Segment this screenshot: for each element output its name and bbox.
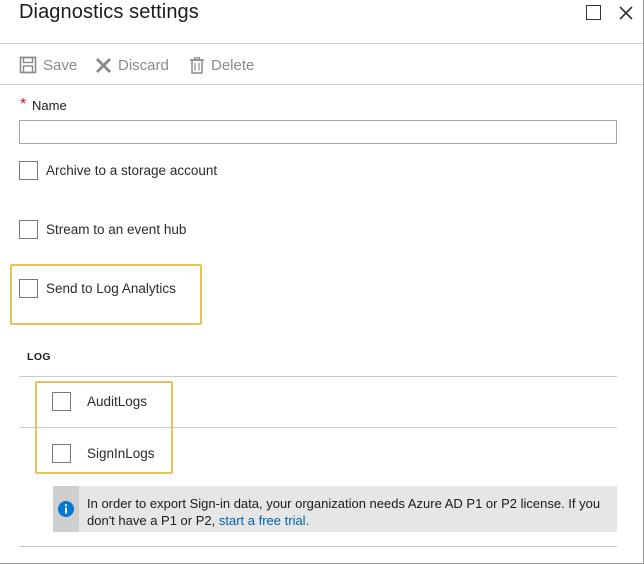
discard-button[interactable]: Discard <box>95 54 169 76</box>
close-icon[interactable] <box>617 4 635 22</box>
log-row-divider <box>19 427 617 428</box>
auditlogs-checkbox[interactable] <box>52 392 71 411</box>
log-analytics-checkbox[interactable] <box>19 279 38 298</box>
signinlogs-option[interactable]: SignInLogs <box>52 444 155 463</box>
trash-icon <box>190 56 204 74</box>
toolbar-divider <box>0 84 643 85</box>
info-strip <box>53 486 79 532</box>
log-section-header: LOG <box>27 351 51 363</box>
log-analytics-label: Send to Log Analytics <box>46 281 176 296</box>
info-message-text: In order to export Sign-in data, your or… <box>87 496 601 528</box>
save-icon <box>19 56 37 74</box>
blade-title: Diagnostics settings <box>19 1 199 23</box>
required-marker: * <box>20 96 27 113</box>
license-info-box: In order to export Sign-in data, your or… <box>53 486 617 532</box>
event-hub-option[interactable]: Stream to an event hub <box>19 220 186 239</box>
bottom-divider <box>19 546 617 547</box>
discard-icon <box>96 57 111 73</box>
diagnostics-settings-blade: Diagnostics settings Save Discard Delete <box>0 0 644 564</box>
discard-label: Discard <box>118 56 169 74</box>
info-icon <box>58 501 74 517</box>
event-hub-label: Stream to an event hub <box>46 222 187 237</box>
log-header-divider <box>19 376 617 377</box>
event-hub-checkbox[interactable] <box>19 220 38 239</box>
free-trial-link[interactable]: start a free trial. <box>219 513 309 528</box>
info-message: In order to export Sign-in data, your or… <box>87 495 607 529</box>
save-button[interactable]: Save <box>19 54 77 76</box>
signinlogs-checkbox[interactable] <box>52 444 71 463</box>
maximize-icon[interactable] <box>586 5 601 20</box>
delete-button[interactable]: Delete <box>189 54 254 76</box>
signinlogs-label: SignInLogs <box>87 446 155 461</box>
archive-storage-checkbox[interactable] <box>19 161 38 180</box>
auditlogs-label: AuditLogs <box>87 394 148 409</box>
save-label: Save <box>43 56 78 74</box>
log-analytics-option[interactable]: Send to Log Analytics <box>19 279 176 298</box>
delete-label: Delete <box>211 56 255 74</box>
auditlogs-option[interactable]: AuditLogs <box>52 392 147 411</box>
archive-storage-option[interactable]: Archive to a storage account <box>19 161 217 180</box>
name-label: Name <box>32 98 67 113</box>
archive-storage-label: Archive to a storage account <box>46 163 218 178</box>
name-input[interactable] <box>19 120 617 144</box>
header-divider <box>0 43 643 44</box>
